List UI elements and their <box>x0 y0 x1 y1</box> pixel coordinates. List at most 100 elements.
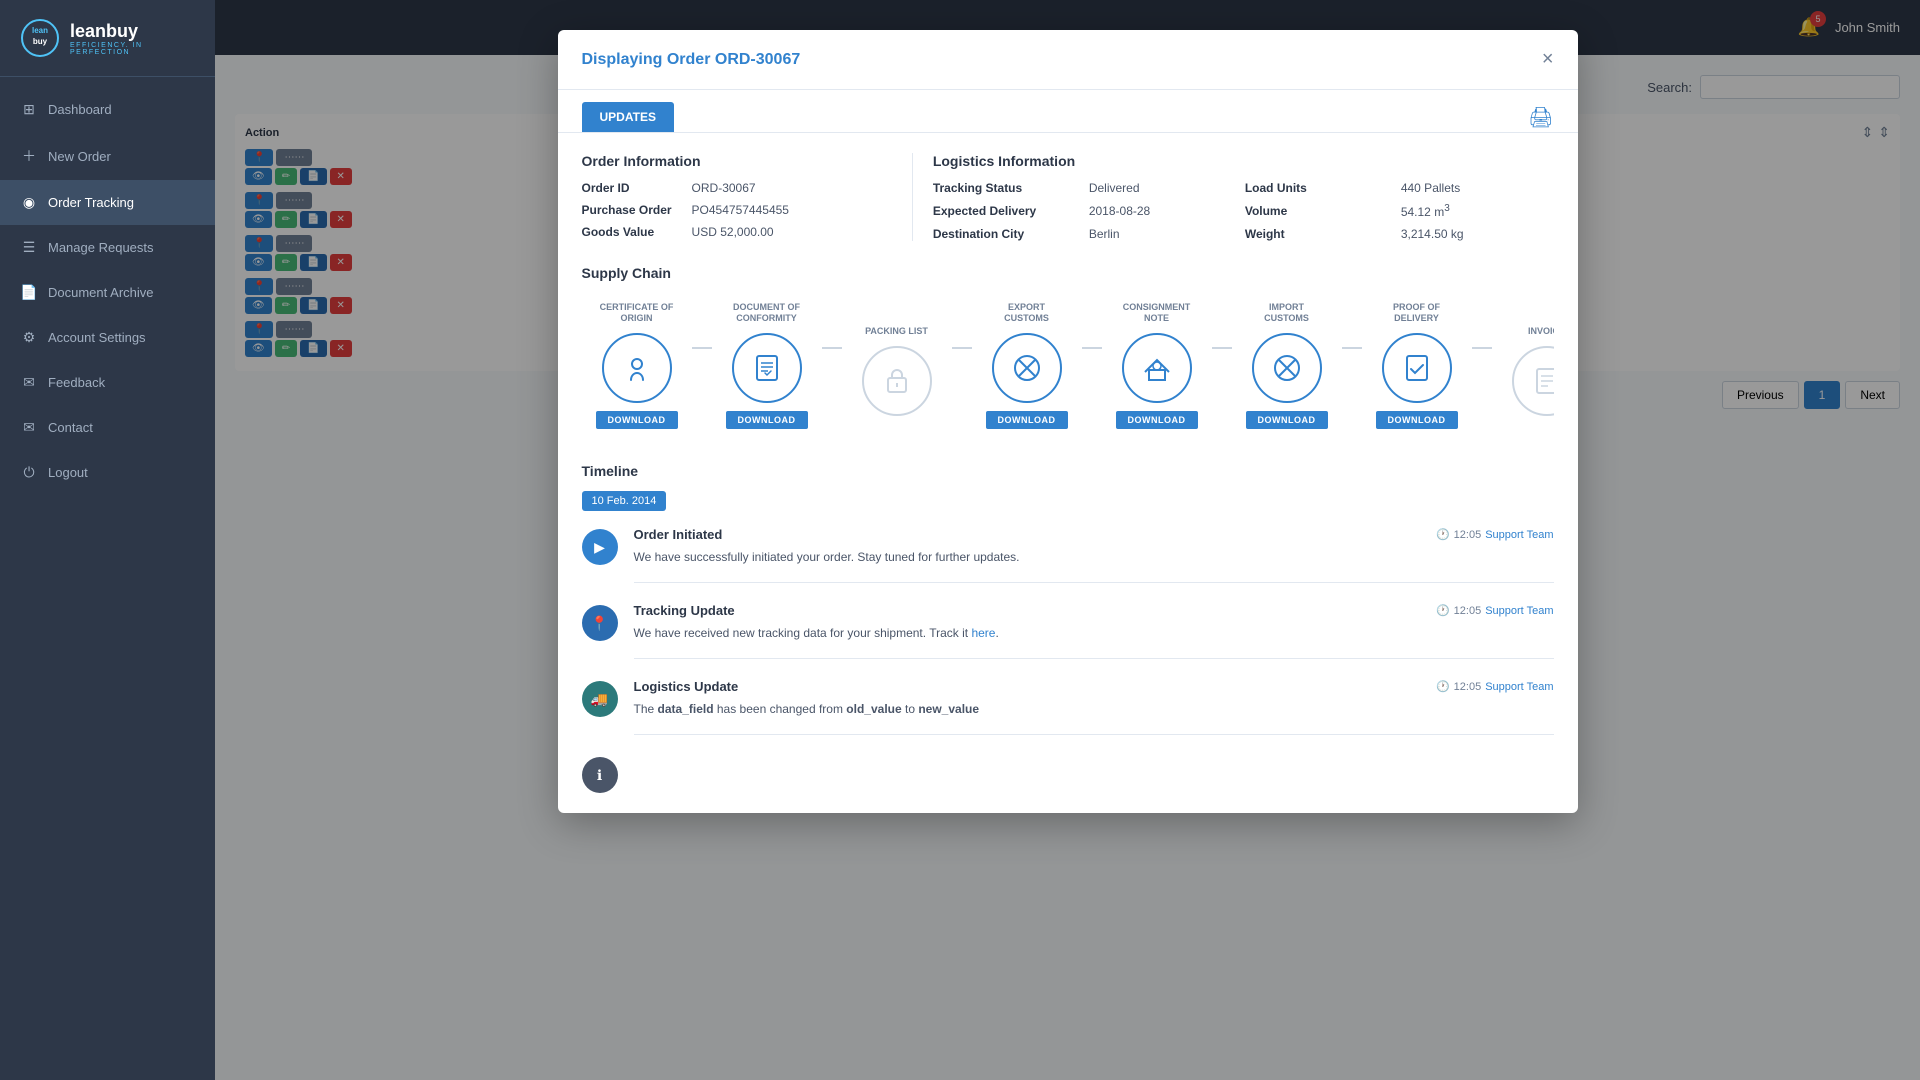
timeline-event-content: Order Initiated 🕐 12:05 Support Team We … <box>634 527 1554 583</box>
manage-requests-icon: ☰ <box>20 239 38 256</box>
sc-step-icon <box>732 333 802 403</box>
sc-download-button-2[interactable]: DOWNLOAD <box>726 411 808 429</box>
sidebar-item-label: Dashboard <box>48 102 112 117</box>
timeline-event-header: Order Initiated 🕐 12:05 Support Team <box>634 527 1554 542</box>
sidebar-item-logout[interactable]: ⏻ Logout <box>0 450 215 495</box>
sidebar-item-order-tracking[interactable]: ◉ Order Tracking <box>0 180 215 225</box>
timeline-event-logistics-update: 🚚 Logistics Update 🕐 12:05 Support Team <box>582 679 1554 735</box>
sc-step-consignment-note: CONSIGNMENTNOTE DOWNLOAD <box>1102 297 1212 429</box>
sc-step-certificate-of-origin: CERTIFICATE OFORIGIN DOWNLOAD <box>582 297 692 429</box>
sc-step-label: CERTIFICATE OFORIGIN <box>600 297 674 325</box>
sc-download-button-5[interactable]: DOWNLOAD <box>1116 411 1198 429</box>
account-settings-icon: ⚙ <box>20 329 38 346</box>
expected-delivery-value: 2018-08-28 <box>1089 204 1229 218</box>
sidebar-item-document-archive[interactable]: 📄 Document Archive <box>0 270 215 315</box>
sidebar-item-label: Manage Requests <box>48 240 154 255</box>
old-value-bold: old_value <box>846 702 901 716</box>
sidebar-item-label: Logout <box>48 465 88 480</box>
timeline-time: 12:05 <box>1454 529 1482 541</box>
logo-tagline: EFFICIENCY. IN PERFECTION <box>70 42 195 56</box>
tracking-update-icon: 📍 <box>582 605 618 641</box>
modal-title-prefix: Displaying Order <box>582 51 711 68</box>
sc-step-label: PROOF OFDELIVERY <box>1393 297 1440 325</box>
timeline-author-link[interactable]: Support Team <box>1485 681 1553 693</box>
document-archive-icon: 📄 <box>20 284 38 301</box>
sidebar-item-dashboard[interactable]: ⊞ Dashboard <box>0 87 215 132</box>
sc-step-label: EXPORTCUSTOMS <box>1004 297 1049 325</box>
volume-value: 54.12 m3 <box>1401 203 1554 219</box>
sc-download-button-6[interactable]: DOWNLOAD <box>1246 411 1328 429</box>
modal-close-button[interactable]: × <box>1542 48 1554 71</box>
timeline-event-tracking-update: 📍 Tracking Update 🕐 12:05 Support Team <box>582 603 1554 659</box>
timeline-event-title: Logistics Update <box>634 679 739 694</box>
info-section: Order Information Order ID ORD-30067 Pur… <box>582 153 1554 241</box>
purchase-order-value: PO454757445455 <box>692 203 892 217</box>
destination-city-label: Destination City <box>933 227 1073 241</box>
timeline-event-desc: We have received new tracking data for y… <box>634 624 1554 642</box>
sidebar: lean buy leanbuy EFFICIENCY. IN PERFECTI… <box>0 0 215 1080</box>
sc-download-button-7[interactable]: DOWNLOAD <box>1376 411 1458 429</box>
info-divider <box>912 153 913 241</box>
sc-download-button-1[interactable]: DOWNLOAD <box>596 411 678 429</box>
timeline-author-link[interactable]: Support Team <box>1485 529 1553 541</box>
sidebar-item-manage-requests[interactable]: ☰ Manage Requests <box>0 225 215 270</box>
order-initiated-icon: ▶ <box>582 529 618 565</box>
order-info-grid: Order ID ORD-30067 Purchase Order PO4547… <box>582 181 892 239</box>
sc-step-label: IMPORTCUSTOMS <box>1264 297 1309 325</box>
tracking-link[interactable]: here <box>971 626 995 640</box>
load-units-value: 440 Pallets <box>1401 181 1554 195</box>
sc-connector <box>1472 347 1492 349</box>
timeline-event-meta: 🕐 12:05 Support Team <box>1436 680 1554 693</box>
timeline-event-desc: We have successfully initiated your orde… <box>634 548 1554 566</box>
modal-header: Displaying Order ORD-30067 × <box>558 30 1578 90</box>
timeline-author-link[interactable]: Support Team <box>1485 605 1553 617</box>
sc-step-icon <box>1122 333 1192 403</box>
logistics-info-box: Logistics Information Tracking Status De… <box>933 153 1554 241</box>
svg-text:buy: buy <box>33 37 48 46</box>
sidebar-item-feedback[interactable]: ✉ Feedback <box>0 360 215 405</box>
order-info-box: Order Information Order ID ORD-30067 Pur… <box>582 153 892 241</box>
timeline-section: Timeline 10 Feb. 2014 ▶ Order Initiated … <box>582 463 1554 793</box>
timeline-event-order-initiated: ▶ Order Initiated 🕐 12:05 Support Team <box>582 527 1554 583</box>
sc-step-document-of-conformity: DOCUMENT OFCONFORMITY DOWNL <box>712 297 822 429</box>
sc-step-icon <box>1512 346 1554 416</box>
sc-step-label: DOCUMENT OFCONFORMITY <box>733 297 800 325</box>
order-id-label: Order ID <box>582 181 672 195</box>
print-icon[interactable]: 🖨 <box>1528 107 1553 129</box>
load-units-label: Load Units <box>1245 181 1385 195</box>
svg-text:lean: lean <box>32 26 48 35</box>
logout-icon: ⏻ <box>20 464 38 481</box>
sc-connector <box>1342 347 1362 349</box>
order-info-title: Order Information <box>582 153 892 169</box>
data-field-bold: data_field <box>658 702 714 716</box>
sc-step-icon <box>1382 333 1452 403</box>
supply-chain-section: Supply Chain CERTIFICATE OFORIGIN <box>582 265 1554 439</box>
sidebar-item-contact[interactable]: ✉ Contact <box>0 405 215 450</box>
sidebar-item-account-settings[interactable]: ⚙ Account Settings <box>0 315 215 360</box>
sc-step-icon <box>1252 333 1322 403</box>
sidebar-item-label: Document Archive <box>48 285 154 300</box>
tracking-status-label: Tracking Status <box>933 181 1073 195</box>
weight-label: Weight <box>1245 227 1385 241</box>
volume-label: Volume <box>1245 204 1385 218</box>
sidebar-item-label: Order Tracking <box>48 195 134 210</box>
tab-updates[interactable]: UPDATES <box>582 102 674 132</box>
timeline-event-content: Tracking Update 🕐 12:05 Support Team We … <box>634 603 1554 659</box>
supply-chain-steps: CERTIFICATE OFORIGIN DOWNLOAD <box>582 297 1554 439</box>
sidebar-item-label: Account Settings <box>48 330 146 345</box>
sc-connector <box>1082 347 1102 349</box>
modal-order-id: ORD-30067 <box>715 51 800 68</box>
timeline-event-title: Order Initiated <box>634 527 723 542</box>
sc-connector <box>952 347 972 349</box>
sc-step-label: CONSIGNMENTNOTE <box>1123 297 1191 325</box>
sidebar-item-new-order[interactable]: ＋ New Order <box>0 132 215 180</box>
sc-step-label: PACKING LIST <box>865 310 928 338</box>
timeline-event-header: Tracking Update 🕐 12:05 Support Team <box>634 603 1554 618</box>
timeline-event-desc: The data_field has been changed from old… <box>634 700 1554 718</box>
goods-value-label: Goods Value <box>582 225 672 239</box>
modal-overlay: Displaying Order ORD-30067 × UPDATES 🖨 O… <box>215 0 1920 1080</box>
sc-connector <box>692 347 712 349</box>
timeline-event-content: Logistics Update 🕐 12:05 Support Team Th… <box>634 679 1554 735</box>
supply-chain-title: Supply Chain <box>582 265 1554 281</box>
sc-download-button-4[interactable]: DOWNLOAD <box>986 411 1068 429</box>
